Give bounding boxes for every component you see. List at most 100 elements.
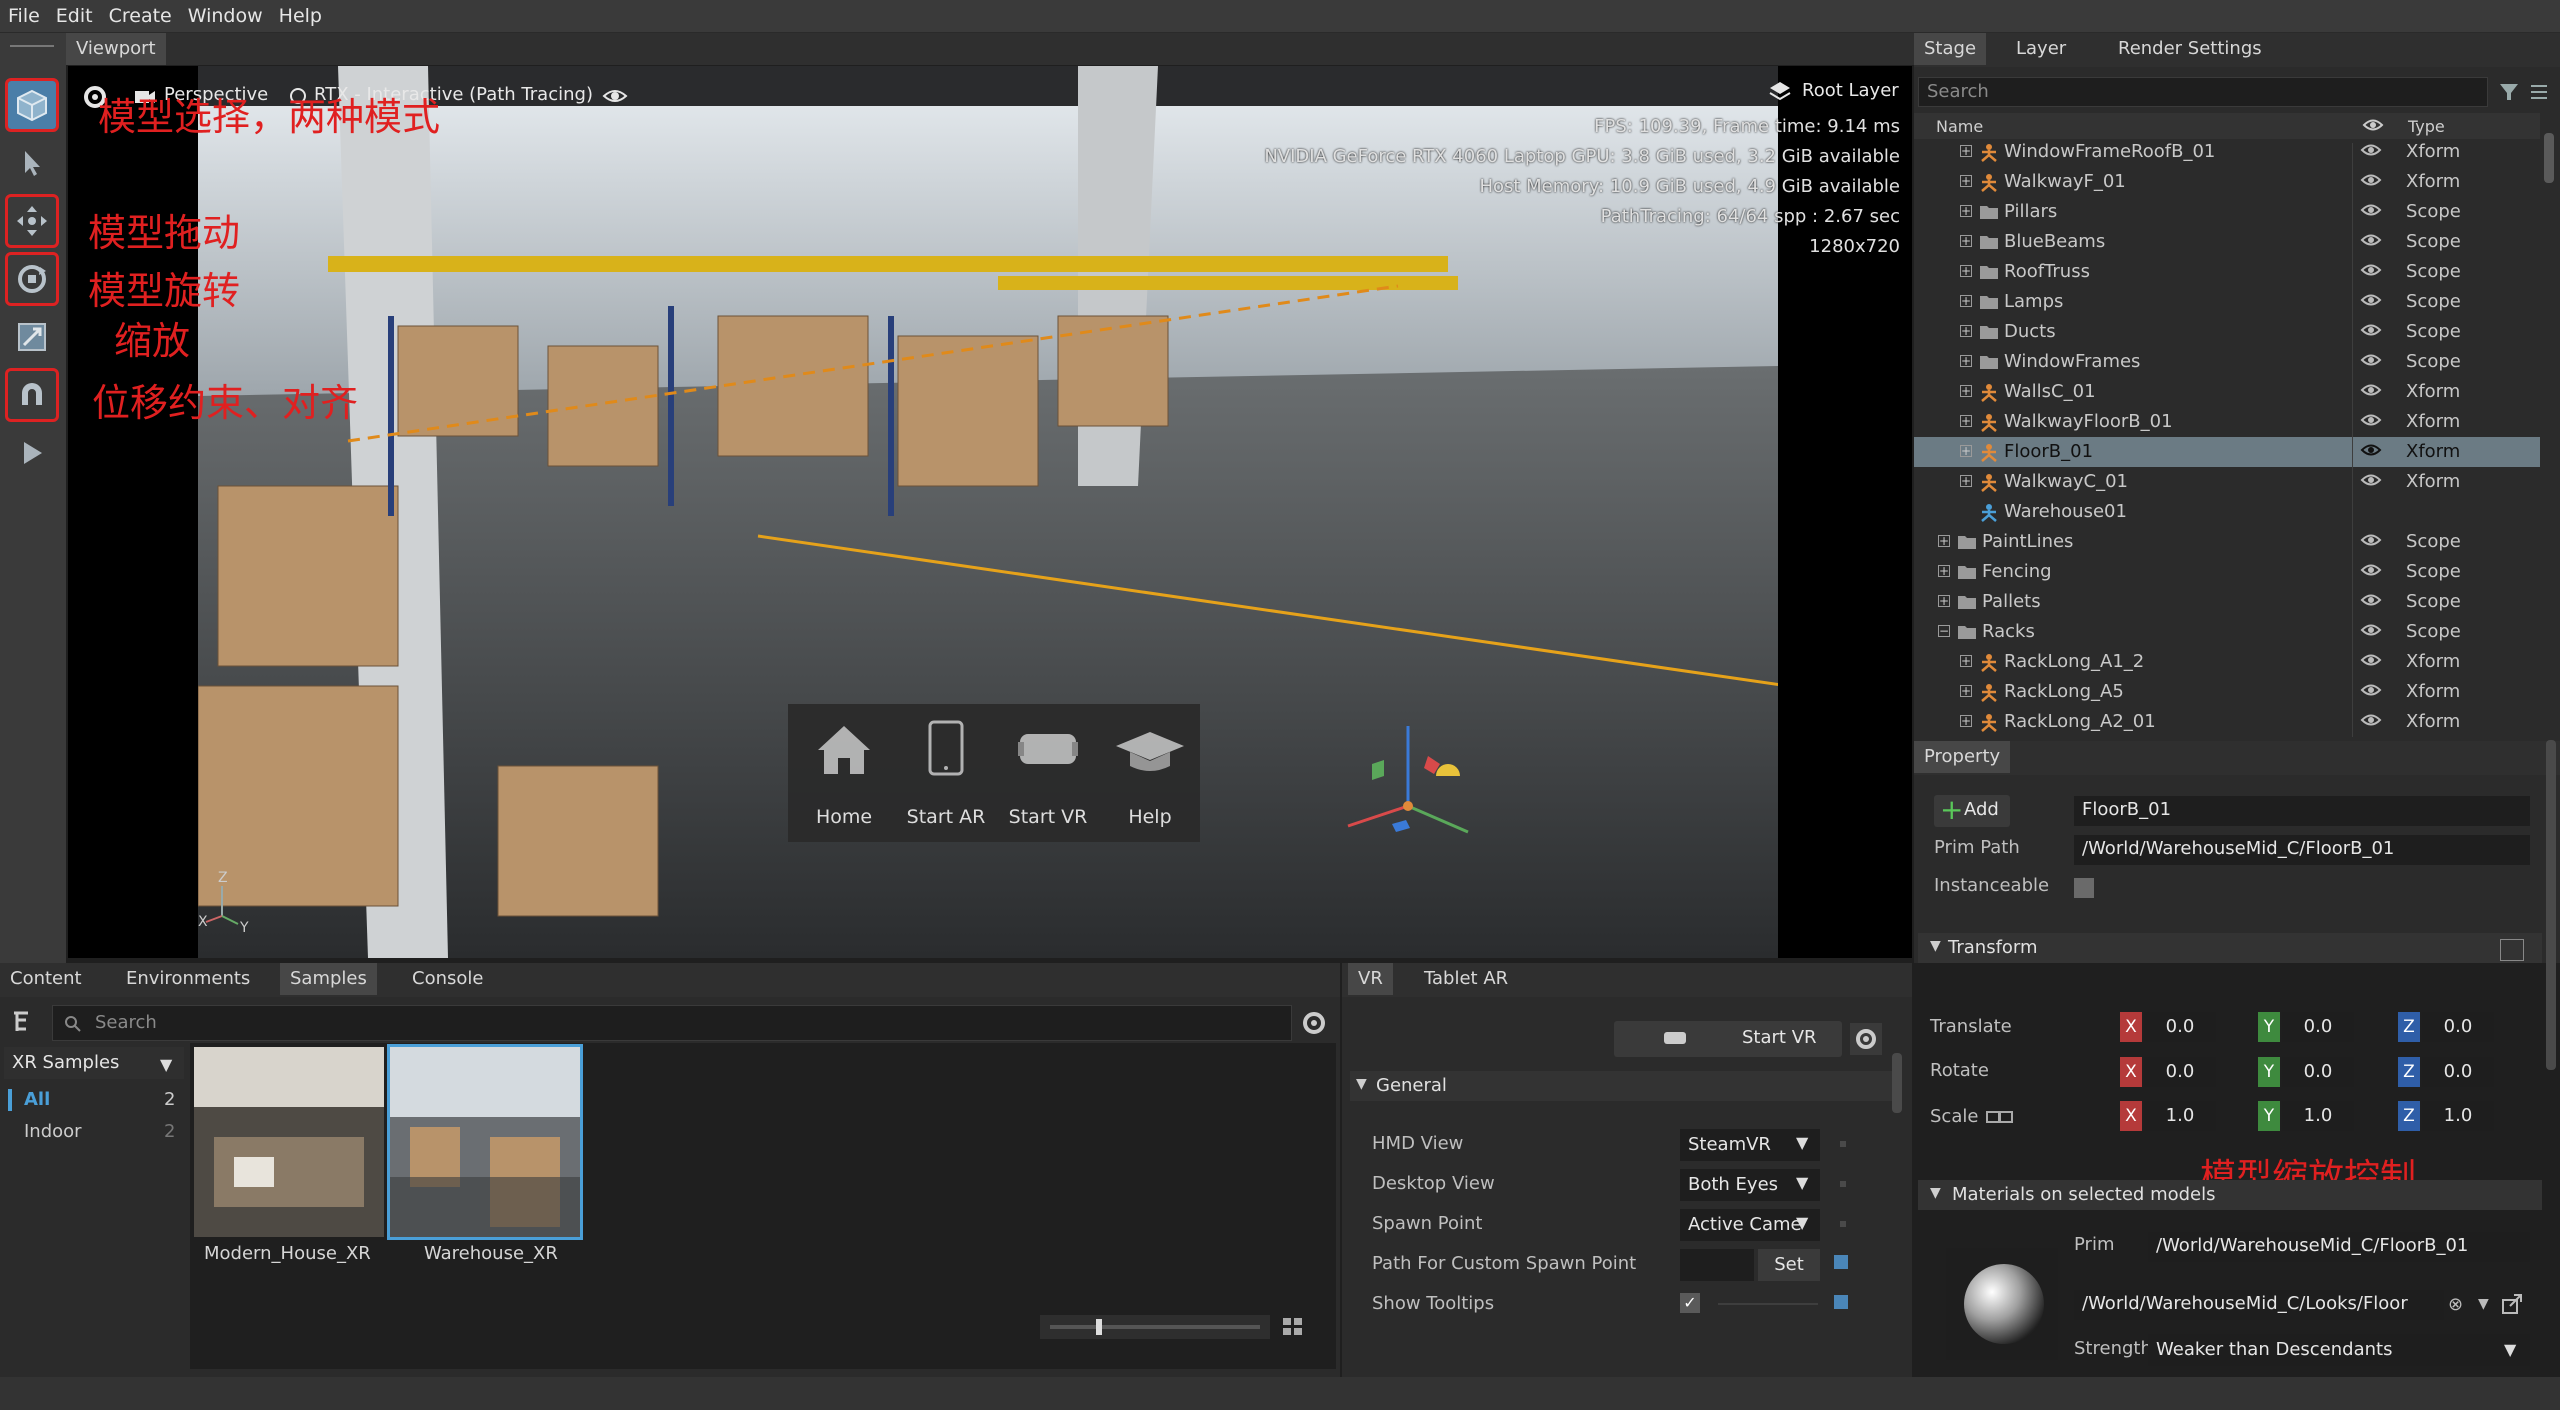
rotate-y-field[interactable]: 0.0 (2282, 1057, 2354, 1087)
transform-options-icon[interactable] (2500, 939, 2524, 961)
menu-create[interactable]: Create (101, 0, 180, 32)
expand-toggle[interactable]: + (1960, 385, 1972, 397)
collection-dropdown[interactable]: XR Samples (4, 1047, 184, 1079)
expand-toggle[interactable]: + (1960, 175, 1972, 187)
visibility-eye-icon[interactable] (2360, 143, 2382, 164)
help-button[interactable]: Help (1100, 704, 1200, 842)
menu-lines-icon[interactable] (2528, 81, 2550, 108)
scale-z-field[interactable]: 1.0 (2422, 1101, 2494, 1131)
filter-all[interactable]: All (24, 1089, 50, 1110)
content-settings-icon[interactable] (1300, 1009, 1328, 1042)
scale-button[interactable] (8, 313, 56, 361)
rotate-button[interactable] (5, 252, 59, 306)
tab-console[interactable]: Console (402, 963, 493, 995)
visibility-eye-icon[interactable] (2360, 441, 2382, 464)
expand-toggle[interactable]: + (1938, 535, 1950, 547)
general-section-header[interactable]: ▼ General (1350, 1071, 1896, 1101)
transform-section-header[interactable]: ▼ Transform (1918, 933, 2542, 963)
add-button[interactable]: + Add (1934, 795, 2010, 827)
visibility-eye-icon[interactable] (2360, 531, 2382, 554)
expand-toggle[interactable]: + (1960, 655, 1972, 667)
chevron-down-icon[interactable]: ▼ (2478, 1296, 2489, 1312)
property-scrollbar[interactable] (2546, 740, 2556, 1070)
sample-card[interactable] (194, 1047, 384, 1237)
stage-row[interactable]: + WalkwayF_01 Xform (1914, 167, 2540, 197)
stage-row[interactable]: + Lamps Scope (1914, 287, 2540, 317)
stage-row[interactable]: + WalkwayC_01 Xform (1914, 467, 2540, 497)
tab-render-settings[interactable]: Render Settings (2108, 33, 2272, 65)
expand-toggle[interactable]: + (1960, 475, 1972, 487)
menu-help[interactable]: Help (271, 0, 330, 32)
show-tooltips-checkbox[interactable]: ✓ (1680, 1293, 1700, 1313)
menu-window[interactable]: Window (180, 0, 271, 32)
stage-row[interactable]: + RoofTruss Scope (1914, 257, 2540, 287)
visibility-eye-icon[interactable] (602, 86, 628, 111)
visibility-eye-icon[interactable] (2360, 291, 2382, 314)
filter-indoor[interactable]: Indoor (24, 1121, 82, 1142)
content-search-input[interactable]: Search (52, 1005, 1292, 1041)
tab-vr[interactable]: VR (1348, 963, 1393, 995)
mat-prim-field[interactable]: /World/WarehouseMid_C/FloorB_01 (2148, 1232, 2530, 1262)
visibility-eye-icon[interactable] (2360, 621, 2382, 644)
visibility-eye-icon[interactable] (2360, 321, 2382, 344)
prim-path-field[interactable]: /World/WarehouseMid_C/FloorB_01 (2074, 835, 2530, 865)
expand-toggle[interactable]: + (1960, 355, 1972, 367)
play-button[interactable] (8, 429, 56, 477)
expand-toggle[interactable]: + (1938, 565, 1950, 577)
vr-scrollbar[interactable] (1892, 1053, 1902, 1113)
select-model-button[interactable] (5, 78, 59, 132)
expand-toggle[interactable]: + (1960, 445, 1972, 457)
visibility-eye-icon[interactable] (2360, 201, 2382, 224)
instanceable-checkbox[interactable] (2074, 878, 2094, 898)
stage-row[interactable]: − Racks Scope (1914, 617, 2540, 647)
tab-stage[interactable]: Stage (1914, 33, 1987, 65)
snap-button[interactable] (5, 368, 59, 422)
stage-scrollbar[interactable] (2544, 133, 2554, 183)
tab-samples[interactable]: Samples (280, 963, 377, 995)
tree-view-icon[interactable] (8, 1007, 38, 1037)
tab-property[interactable]: Property (1914, 741, 2011, 773)
prim-name-field[interactable]: FloorB_01 (2074, 796, 2530, 826)
stage-row[interactable]: + PaintLines Scope (1914, 527, 2540, 557)
stage-row[interactable]: + RackLong_A1_2 Xform (1914, 647, 2540, 677)
stage-row[interactable]: + Pallets Scope (1914, 587, 2540, 617)
open-material-icon[interactable] (2500, 1292, 2524, 1316)
visibility-eye-icon[interactable] (2360, 561, 2382, 584)
menu-file[interactable]: File (0, 0, 48, 32)
visibility-eye-icon[interactable] (2360, 591, 2382, 614)
visibility-eye-icon[interactable] (2360, 171, 2382, 194)
start-vr-button[interactable]: Start VR (998, 704, 1098, 842)
set-spawn-button[interactable]: Set (1758, 1249, 1820, 1281)
stage-row[interactable]: + Ducts Scope (1914, 317, 2540, 347)
expand-toggle[interactable]: + (1960, 685, 1972, 697)
stage-row[interactable]: + RackLong_A2_01 Xform (1914, 707, 2540, 737)
stage-row[interactable]: + Fencing Scope (1914, 557, 2540, 587)
stage-row[interactable]: + BlueBeams Scope (1914, 227, 2540, 257)
expand-toggle[interactable]: + (1960, 205, 1972, 217)
expand-toggle[interactable]: + (1938, 595, 1950, 607)
expand-toggle[interactable]: + (1960, 325, 1972, 337)
translate-x-field[interactable]: 0.0 (2144, 1012, 2216, 1042)
expand-toggle[interactable]: − (1938, 625, 1950, 637)
stage-row[interactable]: + FloorB_01 Xform (1914, 437, 2540, 467)
visibility-eye-icon[interactable] (2360, 411, 2382, 434)
home-button[interactable]: Home (794, 704, 894, 842)
grid-view-icon[interactable] (1280, 1315, 1306, 1339)
visibility-eye-icon[interactable] (2360, 651, 2382, 674)
slider-handle[interactable] (1096, 1319, 1102, 1335)
visibility-eye-icon[interactable] (2360, 471, 2382, 494)
translate-z-field[interactable]: 0.0 (2422, 1012, 2494, 1042)
stage-row[interactable]: Warehouse01 (1914, 497, 2540, 527)
materials-section-header[interactable]: ▼ Materials on selected models (1918, 1180, 2542, 1210)
expand-toggle[interactable]: + (1960, 415, 1972, 427)
transform-gizmo[interactable] (1328, 716, 1488, 836)
visibility-eye-icon[interactable] (2360, 711, 2382, 734)
root-layer-label[interactable]: Root Layer (1802, 80, 1899, 101)
sample-card-selected[interactable] (387, 1044, 583, 1240)
tab-layer[interactable]: Layer (2006, 33, 2076, 65)
tab-tablet-ar[interactable]: Tablet AR (1414, 963, 1518, 995)
stage-row[interactable]: + WindowFrameRoofB_01 Xform (1914, 143, 2540, 167)
strength-dropdown[interactable]: Weaker than Descendants (2148, 1334, 2530, 1366)
scale-link-icon[interactable] (1986, 1108, 2014, 1126)
visibility-eye-icon[interactable] (2360, 681, 2382, 704)
